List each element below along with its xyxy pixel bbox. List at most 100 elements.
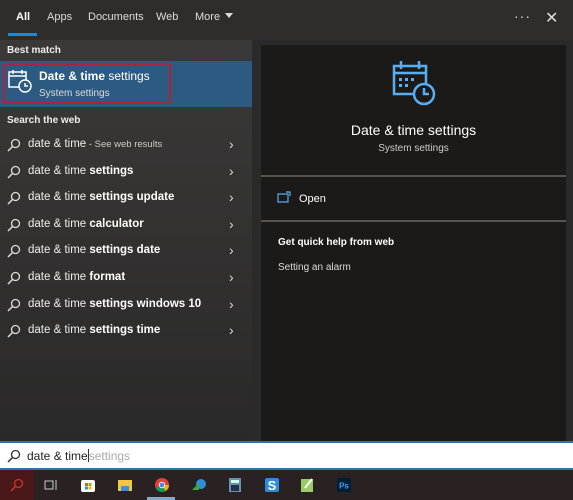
download-manager-icon — [191, 477, 207, 493]
taskbar: S Ps — [0, 470, 573, 500]
query-text: date & time — [28, 244, 87, 257]
chrome-icon — [154, 477, 170, 493]
chrome-taskbar-button[interactable] — [145, 470, 179, 500]
web-suggestion-item[interactable]: date & time settings time › — [0, 318, 252, 344]
calculator-icon — [228, 477, 242, 493]
store-taskbar-button[interactable] — [71, 470, 105, 500]
task-view-icon — [44, 478, 58, 492]
preview-title: Date & time settings — [350, 122, 477, 138]
chevron-right-icon[interactable]: › — [229, 242, 234, 258]
web-suggestion-item[interactable]: date & time settings › — [0, 159, 252, 185]
chevron-right-icon[interactable]: › — [229, 296, 234, 312]
search-icon — [10, 478, 24, 492]
calendar-clock-icon — [392, 61, 436, 106]
tab-documents[interactable]: Documents — [88, 11, 144, 23]
suggestion-text: date & time calculator — [28, 218, 144, 230]
help-heading: Get quick help from web — [278, 237, 395, 248]
query-text: date & time — [28, 324, 87, 337]
search-icon — [7, 165, 21, 182]
search-icon — [7, 138, 21, 155]
search-icon — [7, 218, 21, 235]
results-panel: Best match Date & time settings System s… — [0, 40, 252, 441]
web-suggestion-item[interactable]: date & time - See web results › — [0, 132, 252, 158]
tab-web[interactable]: Web — [156, 11, 178, 23]
tab-all[interactable]: All — [16, 11, 30, 23]
svg-text:S: S — [268, 478, 277, 493]
suggestion-suffix: format — [86, 271, 126, 283]
notepad-taskbar-button[interactable] — [290, 470, 324, 500]
web-suggestion-item[interactable]: date & time settings date › — [0, 238, 252, 264]
snagit-taskbar-button[interactable]: S — [255, 470, 289, 500]
more-options-button[interactable]: ··· — [514, 8, 531, 24]
file-explorer-icon — [117, 477, 133, 493]
search-taskbar-button[interactable] — [0, 470, 34, 500]
query-text: date & time — [28, 271, 87, 283]
web-suggestion-item[interactable]: date & time format › — [0, 265, 252, 291]
search-icon — [7, 298, 21, 315]
file-explorer-taskbar-button[interactable] — [108, 470, 142, 500]
suggestion-text: date & time format — [28, 271, 125, 283]
divider — [261, 175, 566, 177]
chevron-right-icon[interactable]: › — [229, 189, 234, 205]
svg-text:Ps: Ps — [339, 482, 349, 491]
task-view-taskbar-button[interactable] — [34, 470, 68, 500]
suggestion-text: date & time settings windows 10 — [28, 298, 201, 310]
query-text: date & time — [28, 297, 87, 310]
calculator-taskbar-button[interactable] — [218, 470, 252, 500]
search-tabs-bar: All Apps Documents Web More ··· ✕ — [0, 0, 573, 40]
caret-down-icon — [225, 13, 234, 18]
title-bold: Date & time — [39, 69, 106, 83]
web-suggestion-item[interactable]: date & time settings update › — [0, 185, 252, 211]
suggestion-suffix: settings — [86, 164, 134, 177]
chevron-right-icon[interactable]: › — [229, 216, 234, 232]
open-window-icon — [277, 191, 291, 203]
web-suggestion-item[interactable]: date & time calculator › — [0, 212, 252, 238]
search-icon — [7, 449, 21, 463]
best-match-heading: Best match — [7, 45, 61, 56]
chevron-right-icon[interactable]: › — [229, 163, 234, 179]
tab-apps[interactable]: Apps — [47, 11, 72, 23]
suggestion-text: date & time settings date — [28, 244, 160, 256]
suggestion-text: date & time settings time — [28, 324, 160, 336]
close-button[interactable]: ✕ — [545, 8, 558, 28]
typed-text: date & time — [27, 449, 88, 463]
open-label: Open — [299, 193, 326, 205]
search-input[interactable]: date & timesettings — [27, 449, 130, 463]
search-web-heading: Search the web — [7, 115, 81, 126]
search-icon — [7, 271, 21, 288]
chevron-right-icon[interactable]: › — [229, 269, 234, 285]
snagit-icon: S — [264, 477, 280, 493]
query-text: date & time — [28, 191, 87, 204]
suggestion-suffix: settings update — [86, 191, 175, 204]
title-rest: settings — [105, 69, 150, 83]
query-text: date & time — [28, 138, 87, 150]
suggestion-suffix: settings date — [86, 244, 161, 257]
search-icon — [7, 324, 21, 341]
autocomplete-suggestion: settings — [88, 449, 131, 463]
web-suggestion-item[interactable]: date & time settings windows 10 › — [0, 292, 252, 318]
preview-panel: Date & time settings System settings Ope… — [261, 45, 566, 441]
preview-subtitle: System settings — [378, 143, 449, 154]
best-match-item[interactable]: Date & time settings System settings — [0, 61, 252, 107]
best-match-subtitle: System settings — [39, 88, 110, 99]
query-text: date & time — [28, 217, 87, 230]
download-manager-taskbar-button[interactable] — [182, 470, 216, 500]
chevron-right-icon[interactable]: › — [229, 322, 234, 338]
calendar-clock-icon — [8, 70, 32, 93]
search-box[interactable]: date & timesettings — [0, 441, 573, 470]
search-icon — [7, 191, 21, 208]
best-match-title: Date & time settings — [39, 69, 150, 83]
active-tab-indicator — [8, 33, 37, 36]
notepad-icon — [299, 477, 315, 493]
search-icon — [7, 244, 21, 261]
suggestion-text: date & time settings update — [28, 191, 174, 203]
divider — [261, 220, 566, 222]
tab-more[interactable]: More — [195, 11, 234, 23]
help-link[interactable]: Setting an alarm — [278, 262, 351, 273]
photoshop-icon: Ps — [336, 477, 352, 493]
tab-more-label: More — [195, 11, 221, 23]
store-icon — [80, 477, 96, 493]
chevron-right-icon[interactable]: › — [229, 136, 234, 152]
photoshop-taskbar-button[interactable]: Ps — [327, 470, 361, 500]
query-text: date & time — [28, 164, 87, 177]
